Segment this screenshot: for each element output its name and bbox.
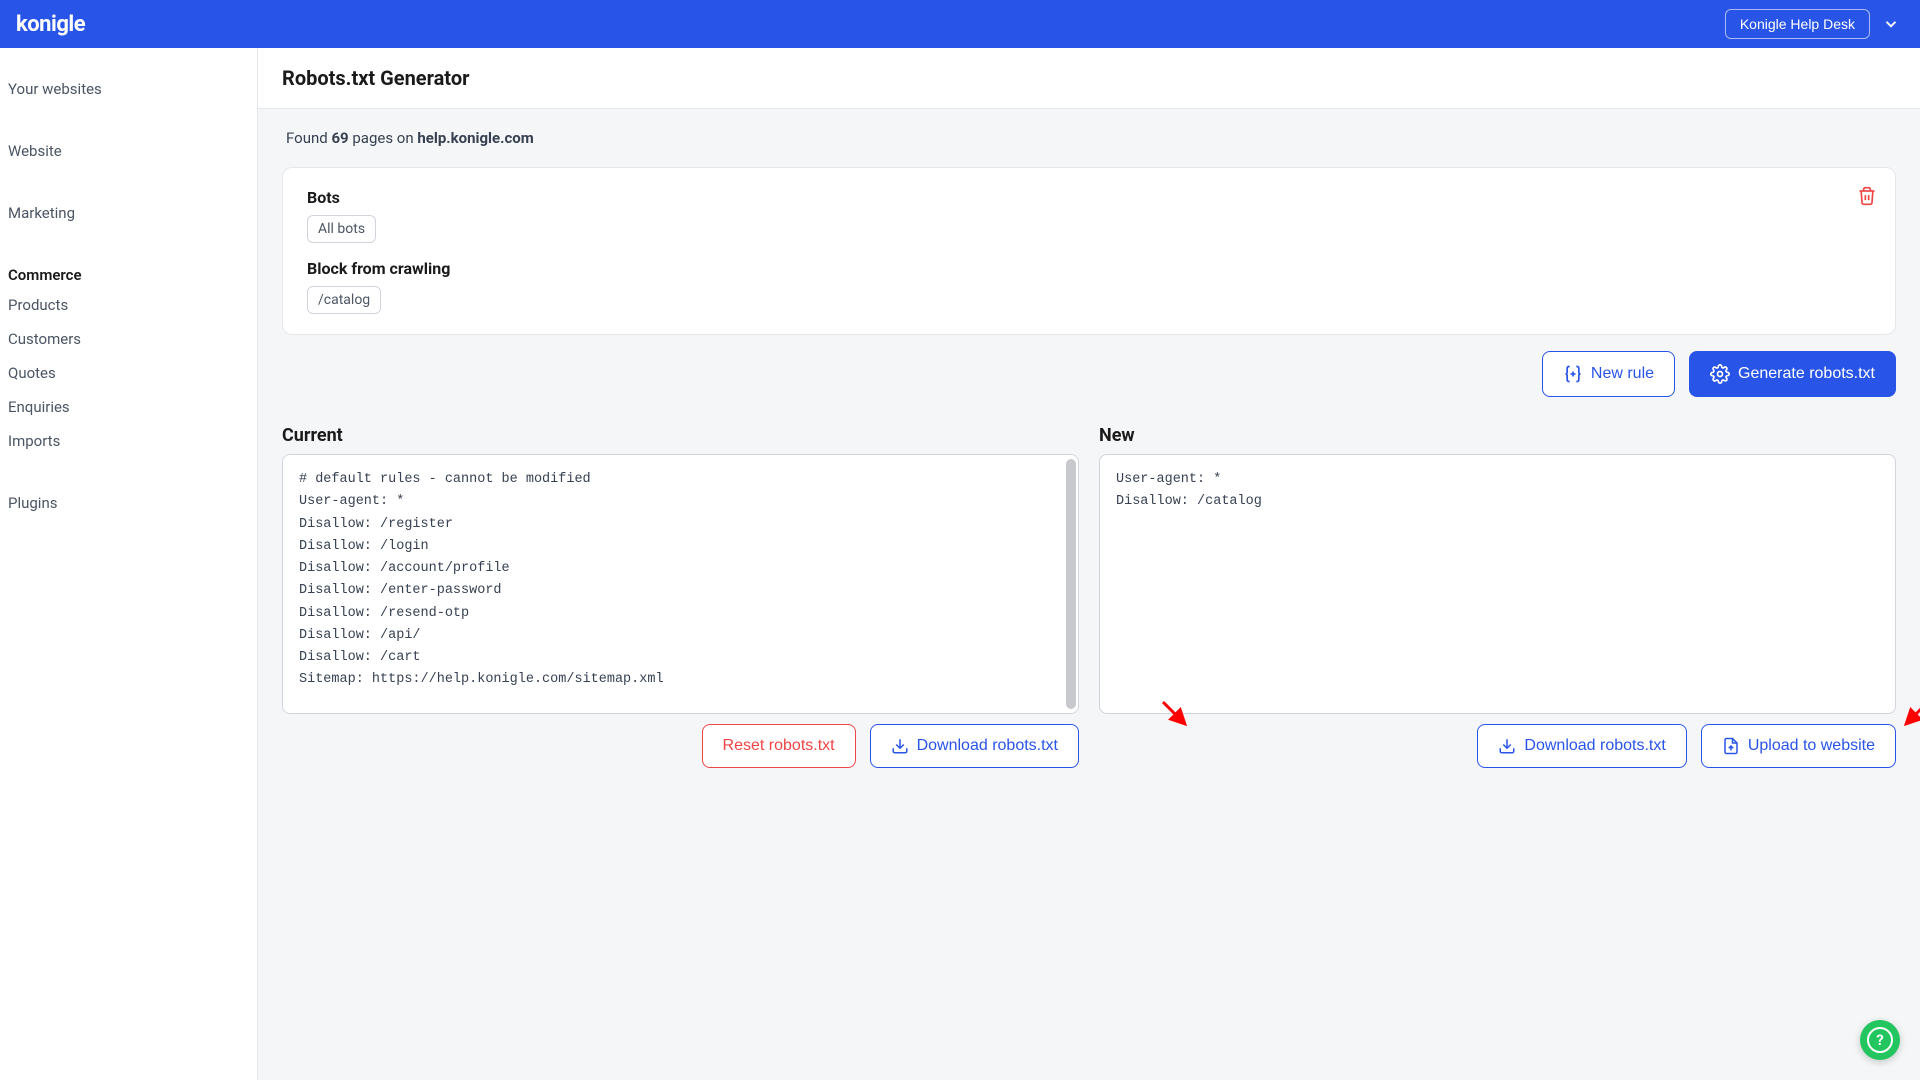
page-header: Robots.txt Generator bbox=[258, 48, 1920, 109]
current-panel: Current # default rules - cannot be modi… bbox=[282, 425, 1079, 768]
helpdesk-button[interactable]: Konigle Help Desk bbox=[1725, 9, 1870, 39]
bots-label: Bots bbox=[307, 188, 1871, 207]
upload-icon bbox=[1722, 737, 1740, 755]
reset-label: Reset robots.txt bbox=[723, 737, 835, 755]
code-panels: Current # default rules - cannot be modi… bbox=[282, 425, 1896, 768]
found-prefix: Found bbox=[286, 129, 331, 147]
sidebar-item-imports[interactable]: Imports bbox=[0, 424, 257, 458]
upload-button[interactable]: Upload to website bbox=[1701, 724, 1896, 768]
rule-card: Bots All bots Block from crawling /catal… bbox=[282, 167, 1896, 335]
upload-label: Upload to website bbox=[1748, 737, 1875, 755]
top-bar: konigle Konigle Help Desk bbox=[0, 0, 1920, 48]
reset-button[interactable]: Reset robots.txt bbox=[702, 724, 856, 768]
generate-button[interactable]: Generate robots.txt bbox=[1689, 351, 1896, 397]
logo[interactable]: konigle bbox=[16, 12, 85, 37]
braces-plus-icon bbox=[1563, 364, 1583, 384]
page-title: Robots.txt Generator bbox=[282, 66, 1896, 90]
trash-icon[interactable] bbox=[1857, 186, 1877, 206]
sidebar-item-customers[interactable]: Customers bbox=[0, 322, 257, 356]
arrow-annotation-right bbox=[1898, 696, 1920, 732]
sidebar-item-marketing[interactable]: Marketing bbox=[0, 196, 257, 230]
new-rule-label: New rule bbox=[1591, 365, 1654, 383]
new-rule-button[interactable]: New rule bbox=[1542, 351, 1675, 397]
sidebar: Your websites Website Marketing Commerce… bbox=[0, 48, 258, 1080]
found-pages-text: Found 69 pages on help.konigle.com bbox=[286, 129, 1896, 147]
current-code[interactable]: # default rules - cannot be modified Use… bbox=[282, 454, 1079, 714]
action-row: New rule Generate robots.txt bbox=[282, 351, 1896, 397]
sidebar-item-plugins[interactable]: Plugins bbox=[0, 486, 257, 520]
block-chip[interactable]: /catalog bbox=[307, 286, 381, 314]
download-current-button[interactable]: Download robots.txt bbox=[870, 724, 1079, 768]
download-current-label: Download robots.txt bbox=[917, 737, 1058, 755]
download-new-label: Download robots.txt bbox=[1524, 737, 1665, 755]
gear-icon bbox=[1710, 364, 1730, 384]
found-domain: help.konigle.com bbox=[417, 129, 533, 147]
block-label: Block from crawling bbox=[307, 259, 1871, 278]
sidebar-item-products[interactable]: Products bbox=[0, 288, 257, 322]
found-mid: pages on bbox=[349, 129, 418, 147]
found-count: 69 bbox=[331, 129, 348, 147]
chevron-down-icon[interactable] bbox=[1878, 11, 1904, 37]
bots-chip[interactable]: All bots bbox=[307, 215, 376, 243]
new-code[interactable]: User-agent: * Disallow: /catalog bbox=[1099, 454, 1896, 714]
sidebar-header-commerce: Commerce bbox=[0, 258, 257, 288]
main-content: Robots.txt Generator Found 69 pages on h… bbox=[258, 48, 1920, 1080]
sidebar-item-quotes[interactable]: Quotes bbox=[0, 356, 257, 390]
sidebar-item-enquiries[interactable]: Enquiries bbox=[0, 390, 257, 424]
help-icon: ? bbox=[1867, 1027, 1893, 1053]
download-icon bbox=[891, 737, 909, 755]
topbar-right: Konigle Help Desk bbox=[1725, 9, 1904, 39]
generate-label: Generate robots.txt bbox=[1738, 365, 1875, 383]
help-fab[interactable]: ? bbox=[1860, 1020, 1900, 1060]
download-new-button[interactable]: Download robots.txt bbox=[1477, 724, 1686, 768]
current-title: Current bbox=[282, 425, 1079, 446]
sidebar-item-website[interactable]: Website bbox=[0, 134, 257, 168]
sidebar-item-your-websites[interactable]: Your websites bbox=[0, 72, 257, 106]
new-title: New bbox=[1099, 425, 1896, 446]
new-panel: New User-agent: * Disallow: /catalog bbox=[1099, 425, 1896, 768]
download-icon bbox=[1498, 737, 1516, 755]
